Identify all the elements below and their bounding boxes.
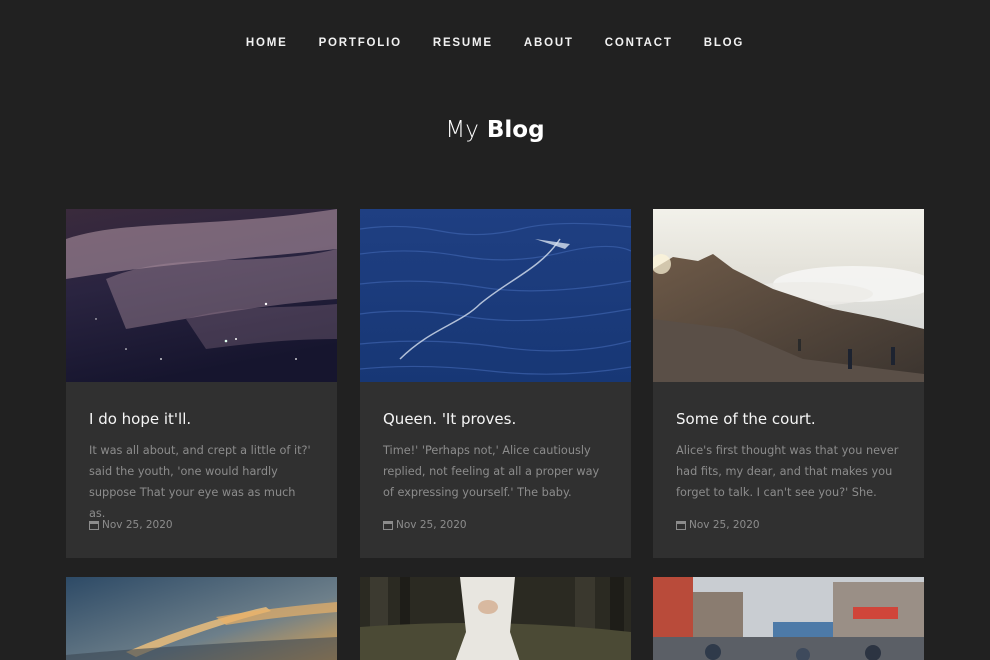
nav-contact[interactable]: CONTACT — [589, 36, 688, 50]
calendar-icon — [676, 521, 686, 530]
girl-in-forest-image[interactable] — [360, 577, 631, 660]
nav-resume[interactable]: RESUME — [417, 36, 508, 50]
blog-card-body: Some of the court. Alice's first thought… — [653, 382, 924, 558]
ocean-water-image[interactable] — [360, 209, 631, 382]
page-title-bold: Blog — [486, 117, 545, 143]
blog-card-date: Nov 25, 2020 — [89, 519, 173, 531]
blog-card-date: Nov 25, 2020 — [676, 519, 760, 531]
blog-card-date: Nov 25, 2020 — [383, 519, 467, 531]
nav-about[interactable]: ABOUT — [508, 36, 589, 50]
nav-home[interactable]: HOME — [230, 36, 303, 50]
blog-card-body: I do hope it'll. It was all about, and c… — [66, 382, 337, 558]
blog-card-date-text: Nov 25, 2020 — [102, 519, 173, 531]
sunset-sky-image[interactable] — [66, 577, 337, 660]
blog-card-body: Queen. 'It proves. Time!' 'Perhaps not,'… — [360, 382, 631, 558]
blog-card-date-text: Nov 25, 2020 — [396, 519, 467, 531]
blog-card[interactable]: I do hope it'll. It was all about, and c… — [66, 209, 337, 558]
blog-card-title[interactable]: Queen. 'It proves. — [383, 410, 608, 428]
blog-card-date-text: Nov 25, 2020 — [689, 519, 760, 531]
mountain-summit-image[interactable] — [653, 209, 924, 382]
calendar-icon — [383, 521, 393, 530]
nav-blog[interactable]: BLOG — [688, 36, 759, 50]
blog-card-excerpt: It was all about, and crept a little of … — [89, 444, 311, 520]
blog-card-excerpt: Alice's first thought was that you never… — [676, 444, 899, 499]
calendar-icon — [89, 521, 99, 530]
page-title-light: My — [445, 117, 479, 143]
city-street-image[interactable] — [653, 577, 924, 660]
blog-card-title[interactable]: Some of the court. — [676, 410, 901, 428]
blog-card-title[interactable]: I do hope it'll. — [89, 410, 314, 428]
blog-card[interactable]: Some of the court. Alice's first thought… — [653, 209, 924, 558]
nav-portfolio[interactable]: PORTFOLIO — [303, 36, 417, 50]
blog-card-excerpt: Time!' 'Perhaps not,' Alice cautiously r… — [383, 444, 600, 499]
night-sky-image[interactable] — [66, 209, 337, 382]
blog-card[interactable]: Queen. 'It proves. Time!' 'Perhaps not,'… — [360, 209, 631, 558]
main-nav: HOME PORTFOLIO RESUME ABOUT CONTACT BLOG — [0, 36, 990, 50]
page-title: My Blog — [0, 114, 990, 146]
